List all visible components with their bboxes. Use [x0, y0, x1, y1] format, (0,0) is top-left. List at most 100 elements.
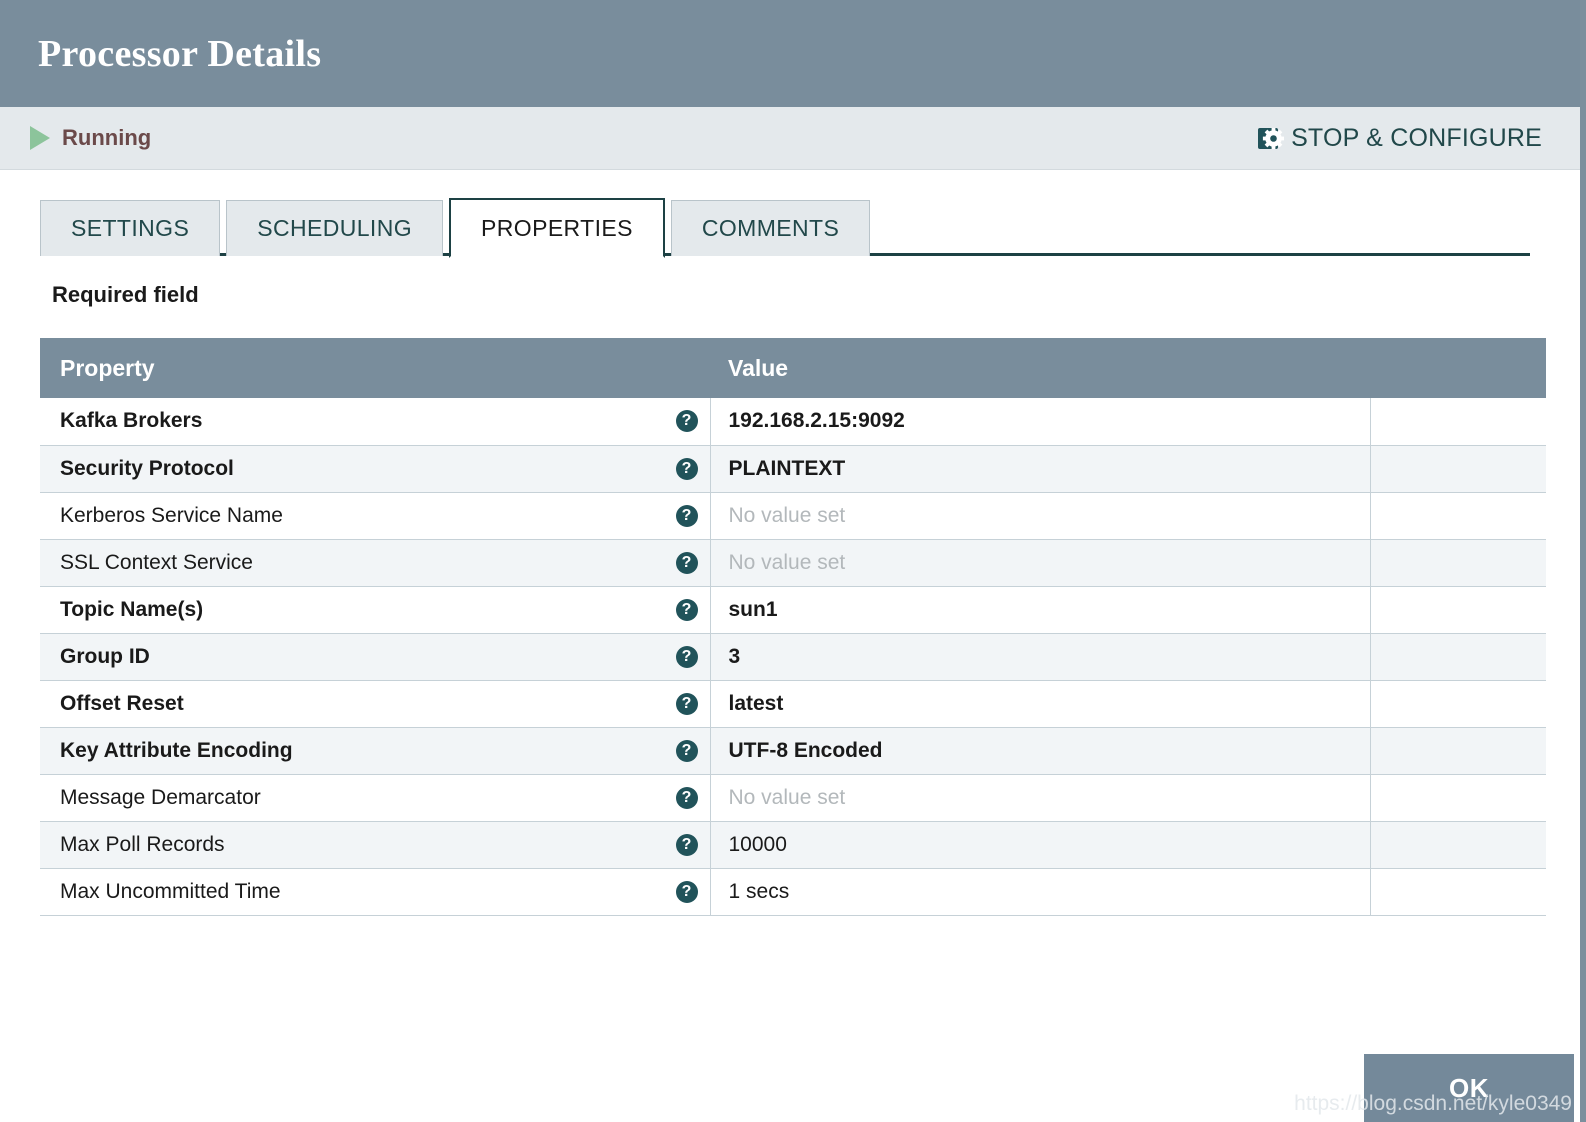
tab-properties[interactable]: PROPERTIES	[449, 198, 665, 258]
property-name: Security Protocol	[60, 456, 234, 480]
property-action-cell	[1370, 492, 1546, 540]
table-row[interactable]: Max Poll Records? 10000	[40, 821, 1546, 869]
property-name-cell: Message Demarcator?	[40, 774, 711, 822]
help-circle-icon[interactable]: ?	[675, 739, 698, 762]
property-value-cell[interactable]: 1 secs	[710, 868, 1371, 916]
help-circle-icon[interactable]: ?	[675, 598, 698, 621]
property-action-cell	[1370, 586, 1546, 634]
property-value: 1 secs	[728, 879, 790, 903]
property-value-cell[interactable]: PLAINTEXT	[710, 445, 1371, 493]
property-value-cell[interactable]: UTF-8 Encoded	[710, 727, 1371, 775]
properties-table-head: Property Value	[40, 338, 1546, 398]
property-name: Max Uncommitted Time	[60, 879, 281, 903]
table-header-row: Property Value	[40, 338, 1546, 398]
help-circle-icon[interactable]: ?	[675, 645, 698, 668]
title-bar: Processor Details	[0, 0, 1580, 107]
property-name: Key Attribute Encoding	[60, 738, 293, 762]
property-action-cell	[1370, 774, 1546, 822]
property-value-cell[interactable]: 10000	[710, 821, 1371, 869]
ok-button[interactable]: OK	[1364, 1054, 1574, 1122]
property-name-cell: Key Attribute Encoding?	[40, 727, 711, 775]
property-value: 3	[728, 644, 741, 668]
property-name-cell: SSL Context Service?	[40, 539, 711, 587]
property-value-cell[interactable]: No value set	[710, 774, 1371, 822]
help-circle-icon[interactable]: ?	[675, 833, 698, 856]
property-value: No value set	[728, 550, 846, 574]
property-name: Offset Reset	[60, 691, 184, 715]
property-name: SSL Context Service	[60, 550, 253, 574]
table-row[interactable]: Message Demarcator? No value set	[40, 774, 1546, 822]
properties-table: Property Value Kafka Brokers? 192.168.2.1…	[40, 338, 1546, 916]
stop-and-configure-label: STOP & CONFIGURE	[1291, 123, 1542, 152]
play-icon	[30, 126, 50, 150]
property-action-cell	[1370, 727, 1546, 775]
property-value: No value set	[728, 785, 846, 809]
tab-list: SETTINGS SCHEDULING PROPERTIES COMMENTS	[40, 198, 1580, 258]
help-circle-icon[interactable]: ?	[675, 457, 698, 480]
property-value: PLAINTEXT	[728, 456, 846, 480]
required-field-note: Required field	[52, 282, 199, 307]
help-circle-icon[interactable]: ?	[675, 692, 698, 715]
table-row[interactable]: Key Attribute Encoding? UTF-8 Encoded	[40, 727, 1546, 775]
column-header-extra	[1370, 338, 1546, 398]
status-bar: Running STOP & CONFIGURE	[0, 107, 1580, 170]
table-row[interactable]: Security Protocol? PLAINTEXT	[40, 445, 1546, 493]
ok-button-label: OK	[1449, 1072, 1489, 1103]
property-value: sun1	[728, 597, 778, 621]
property-value-cell[interactable]: latest	[710, 680, 1371, 728]
property-name-cell: Max Uncommitted Time?	[40, 868, 711, 916]
property-action-cell	[1370, 398, 1546, 446]
property-action-cell	[1370, 539, 1546, 587]
properties-table-body: Kafka Brokers? 192.168.2.15:9092 Security …	[40, 398, 1546, 916]
property-name-cell: Kafka Brokers?	[40, 398, 711, 446]
tab-settings[interactable]: SETTINGS	[40, 200, 221, 256]
property-action-cell	[1370, 680, 1546, 728]
property-value: 10000	[728, 832, 787, 856]
property-name: Topic Name(s)	[60, 597, 204, 621]
stop-and-configure-icon	[1257, 125, 1285, 152]
property-value-cell[interactable]: sun1	[710, 586, 1371, 634]
tab-label: SCHEDULING	[257, 215, 413, 241]
tab-label: COMMENTS	[701, 215, 840, 241]
help-circle-icon[interactable]: ?	[675, 551, 698, 574]
help-circle-icon[interactable]: ?	[675, 410, 698, 433]
table-row[interactable]: Offset Reset? latest	[40, 680, 1546, 728]
property-value-cell[interactable]: No value set	[710, 539, 1371, 587]
property-name-cell: Group ID?	[40, 633, 711, 681]
table-row[interactable]: Max Uncommitted Time? 1 secs	[40, 868, 1546, 916]
property-value-cell[interactable]: No value set	[710, 492, 1371, 540]
tab-comments[interactable]: COMMENTS	[670, 200, 871, 256]
help-circle-icon[interactable]: ?	[675, 880, 698, 903]
property-name-cell: Max Poll Records?	[40, 821, 711, 869]
property-value: UTF-8 Encoded	[728, 738, 883, 762]
property-value: latest	[728, 691, 784, 715]
stop-and-configure-button[interactable]: STOP & CONFIGURE	[1257, 124, 1542, 153]
property-action-cell	[1370, 821, 1546, 869]
property-action-cell	[1370, 633, 1546, 681]
table-row[interactable]: Group ID? 3	[40, 633, 1546, 681]
property-value: No value set	[728, 503, 846, 527]
tab-scheduling[interactable]: SCHEDULING	[226, 200, 444, 256]
help-circle-icon[interactable]: ?	[675, 504, 698, 527]
property-name: Kerberos Service Name	[60, 503, 283, 527]
property-name: Message Demarcator	[60, 785, 261, 809]
property-value-cell[interactable]: 192.168.2.15:9092	[710, 398, 1371, 446]
table-row[interactable]: Topic Name(s)? sun1	[40, 586, 1546, 634]
table-row[interactable]: Kafka Brokers? 192.168.2.15:9092	[40, 398, 1546, 446]
property-name-cell: Kerberos Service Name?	[40, 492, 711, 540]
property-name-cell: Security Protocol?	[40, 445, 711, 493]
processor-details-window: Processor Details Running STOP & CONFIGU…	[0, 0, 1586, 1122]
property-name-cell: Offset Reset?	[40, 680, 711, 728]
page-title: Processor Details	[38, 32, 322, 75]
tab-label: PROPERTIES	[481, 214, 633, 241]
help-circle-icon[interactable]: ?	[675, 786, 698, 809]
property-name: Kafka Brokers	[60, 409, 203, 433]
column-header-value: Value	[710, 338, 1370, 398]
property-name-cell: Topic Name(s)?	[40, 586, 711, 634]
status-label: Running	[62, 125, 152, 150]
table-row[interactable]: SSL Context Service? No value set	[40, 539, 1546, 587]
table-row[interactable]: Kerberos Service Name? No value set	[40, 492, 1546, 540]
status-state: Running	[30, 125, 151, 151]
property-action-cell	[1370, 445, 1546, 493]
property-value-cell[interactable]: 3	[710, 633, 1371, 681]
